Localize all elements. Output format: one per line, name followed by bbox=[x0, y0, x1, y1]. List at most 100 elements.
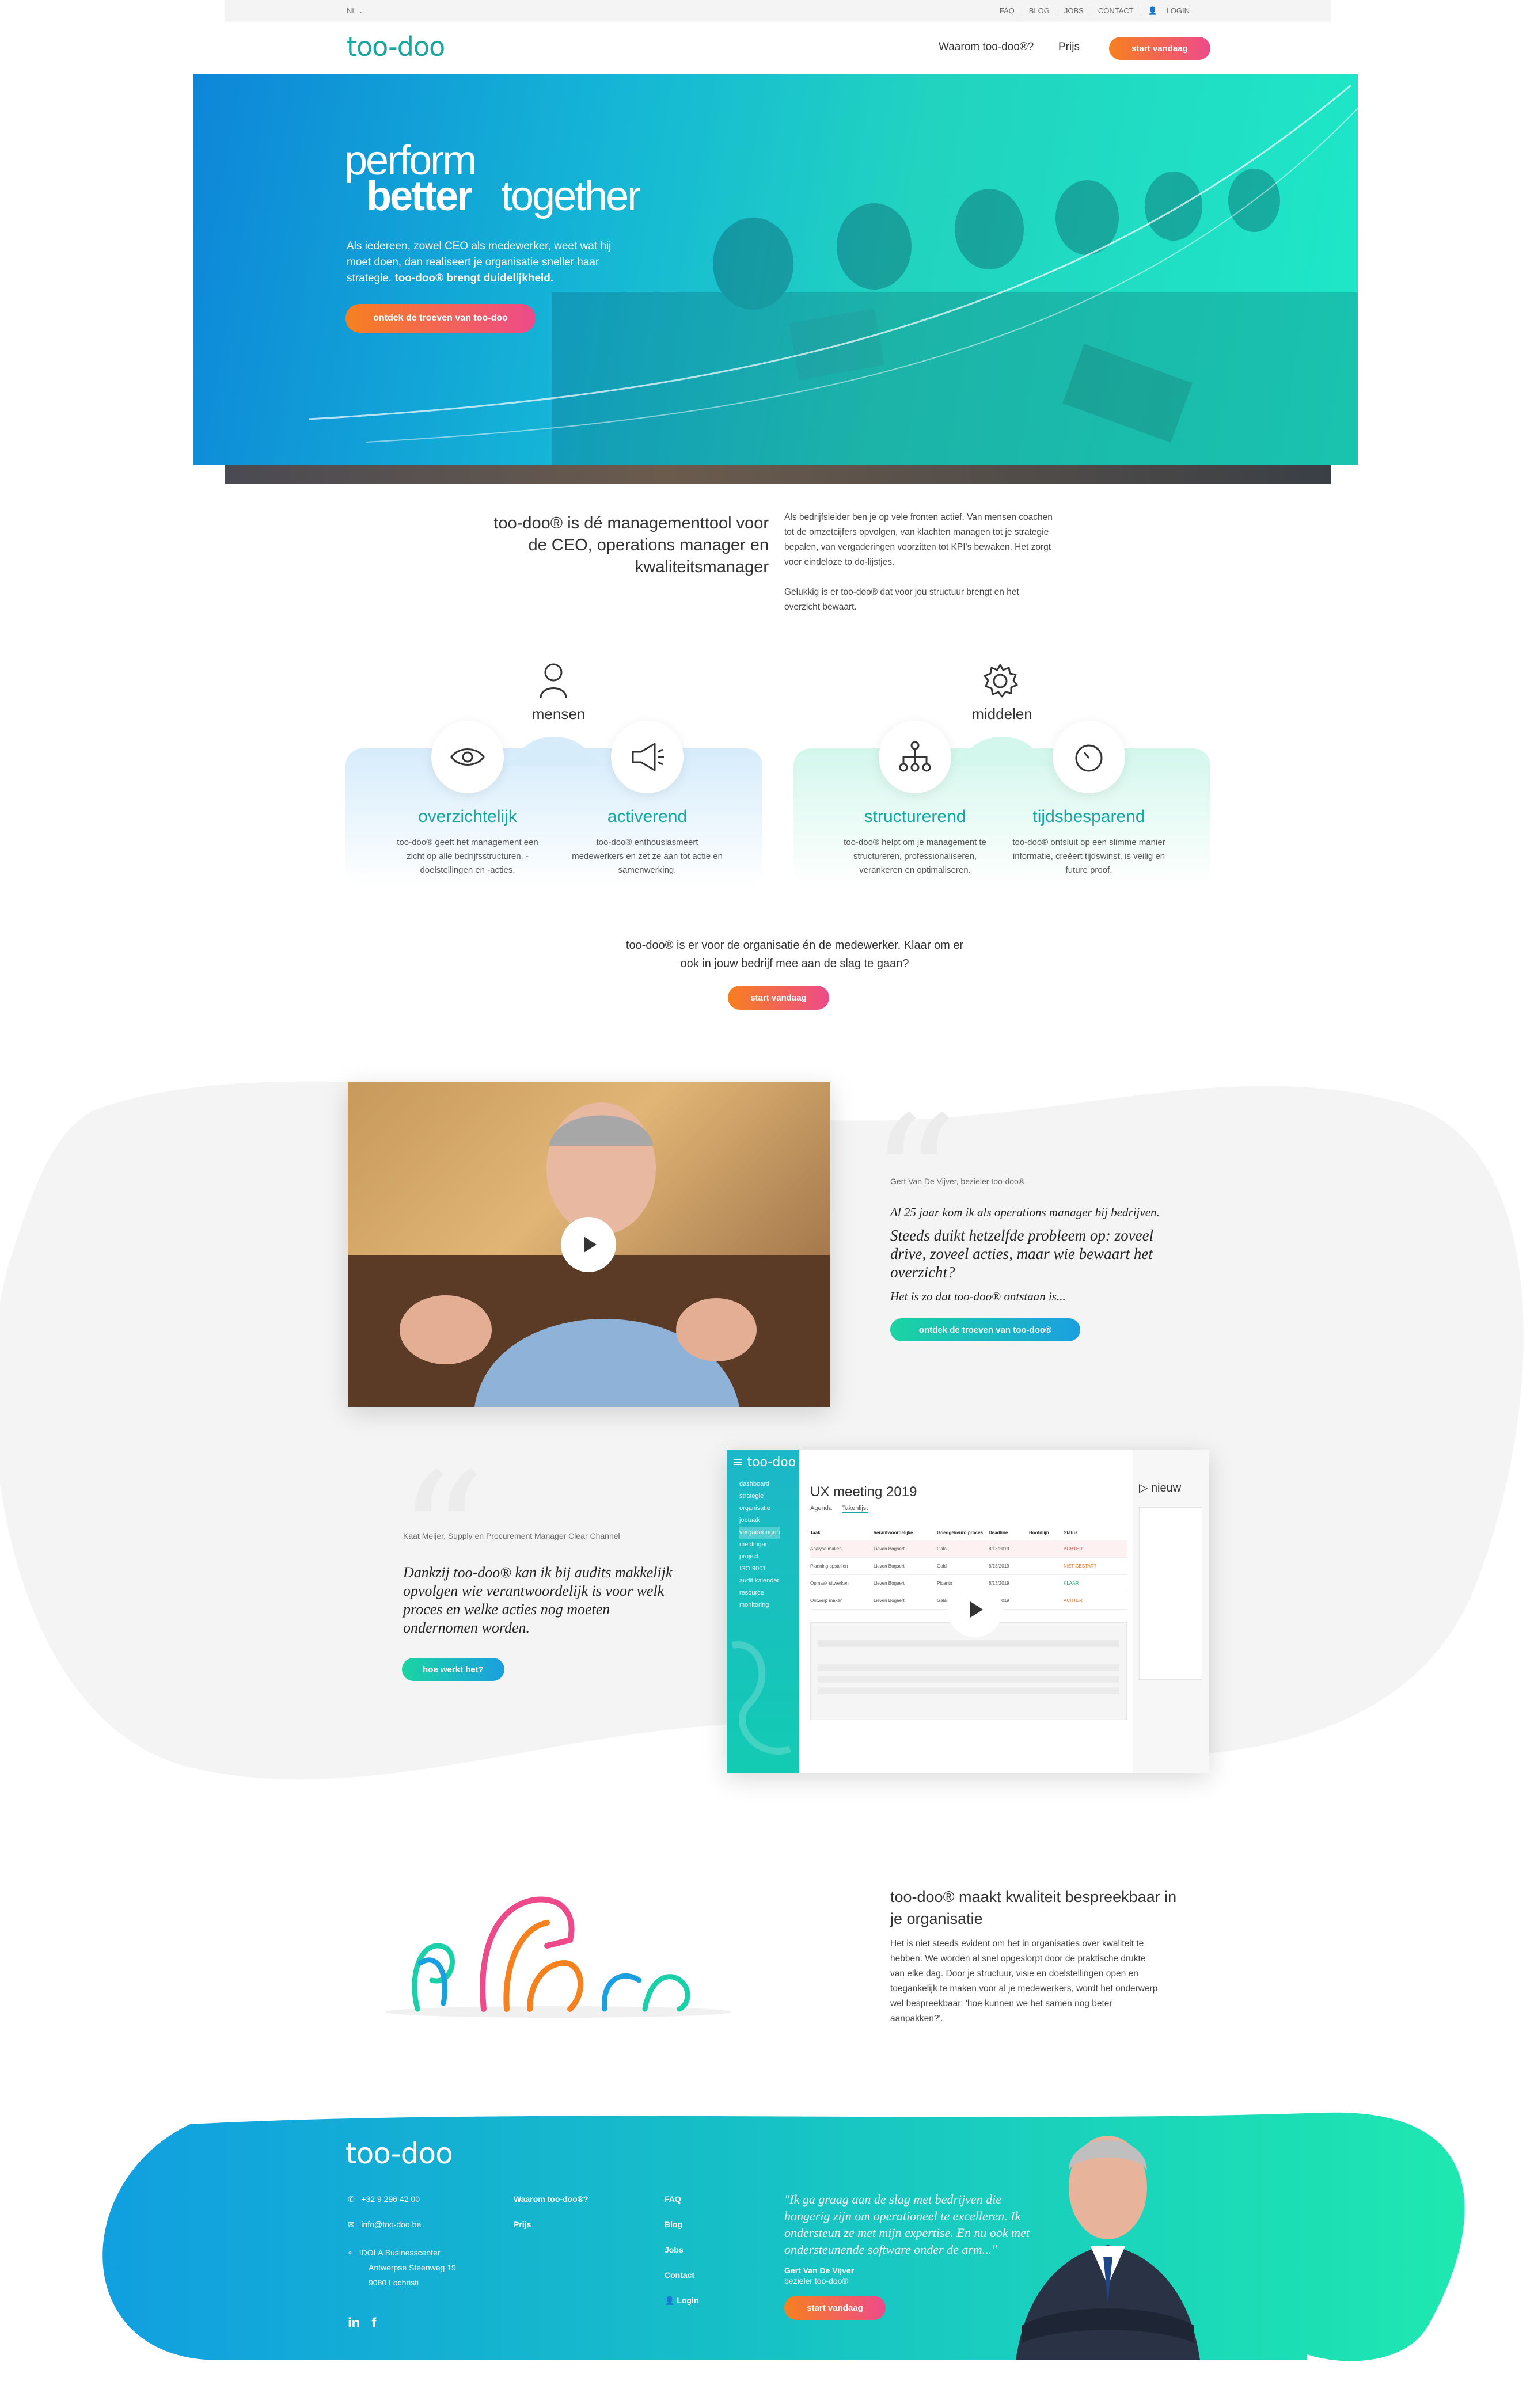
app-main-area: UX meeting 2019 Agenda Takenlijst Taak V… bbox=[799, 1450, 1133, 1773]
eye-icon bbox=[450, 748, 485, 766]
feature-text-timesaving: too-doo® ontsluit op een slimme manier i… bbox=[1012, 838, 1165, 875]
group-title-resources: middelen bbox=[971, 705, 1032, 722]
app-new-panel-title: ▷ nieuw bbox=[1139, 1482, 1182, 1494]
testimonial-1-line1: Al 25 jaar kom ik als operations manager… bbox=[890, 1205, 1160, 1219]
testimonial-1-button[interactable]: ontdek de troeven van too-doo® bbox=[890, 1318, 1080, 1341]
footer-start-button[interactable]: start vandaag bbox=[784, 2296, 886, 2320]
footer-email[interactable]: ✉ info@too-doo.be bbox=[348, 2220, 421, 2230]
app-menu-item[interactable]: project bbox=[739, 1551, 780, 1563]
testimonial-2-author: Kaat Meijer, Supply en Procurement Manag… bbox=[403, 1531, 620, 1540]
footer-address: ⌖ IDOLA Businesscenter Antwerpse Steenwe… bbox=[348, 2248, 456, 2287]
utility-link-login[interactable]: 👤 LOGIN bbox=[1141, 6, 1203, 16]
utility-link-blog[interactable]: BLOG bbox=[1022, 6, 1057, 16]
person-icon bbox=[540, 663, 567, 698]
app-tabs: Agenda Takenlijst bbox=[810, 1505, 868, 1513]
footer-logo[interactable]: too-doo bbox=[345, 2137, 453, 2170]
hero-cta-button[interactable]: ontdek de troeven van too-doo bbox=[345, 304, 536, 333]
footer-link-price[interactable]: Prijs bbox=[514, 2220, 531, 2229]
utility-link-faq[interactable]: FAQ bbox=[993, 6, 1022, 16]
nav-item-why[interactable]: Waarom too-doo®? bbox=[939, 41, 1034, 54]
footer-quote-author: Gert Van De Vijver bbox=[784, 2266, 855, 2275]
footer-link-contact[interactable]: Contact bbox=[665, 2270, 694, 2280]
hero-title-line3: together bbox=[501, 173, 641, 219]
intro-text: Als bedrijfsleider ben je op vele fronte… bbox=[784, 510, 1055, 615]
footer-background bbox=[102, 2112, 1465, 2361]
timer-icon-circle bbox=[1053, 721, 1125, 793]
hero-description: Als iedereen, zowel CEO als medewerker, … bbox=[347, 240, 612, 284]
app-sidebar-watermark bbox=[731, 1641, 792, 1755]
table-row[interactable]: Analyse maken Lieven Bogaert Gala 8/13/2019… bbox=[810, 1540, 1127, 1558]
footer-social: in f bbox=[348, 2315, 376, 2331]
footer-link-why[interactable]: Waarom too-doo®? bbox=[514, 2194, 588, 2204]
app-menu-item[interactable]: meldingen bbox=[739, 1539, 780, 1551]
cta-start-button[interactable]: start vandaag bbox=[728, 986, 829, 1010]
app-menu-item[interactable]: strategie bbox=[739, 1490, 780, 1502]
table-row[interactable]: Planning opstellen Lieven Bogaert Gold 8/13… bbox=[810, 1558, 1127, 1575]
language-selector[interactable]: NL ⌄ bbox=[347, 6, 364, 16]
hierarchy-icon bbox=[899, 741, 931, 772]
app-menu-item[interactable]: resource bbox=[739, 1587, 780, 1599]
feature-title-structuring: structurerend bbox=[864, 807, 966, 826]
feature-text-activating: too-doo® enthousiasmeert medewerkers en … bbox=[572, 838, 723, 875]
people-panel-notch bbox=[495, 737, 613, 766]
too-doo-animal-logo-art bbox=[386, 1896, 731, 2018]
hierarchy-icon-circle bbox=[879, 721, 951, 793]
footer-link-jobs[interactable]: Jobs bbox=[665, 2245, 684, 2254]
footer-quote-role: bezieler too-doo® bbox=[784, 2276, 848, 2285]
hero-title-line2: better bbox=[366, 173, 473, 219]
video-play-button[interactable] bbox=[561, 1217, 616, 1272]
app-logo: ≡ too-doo bbox=[732, 1455, 796, 1470]
utility-link-contact[interactable]: CONTACT bbox=[1091, 6, 1141, 16]
footer-portrait-image bbox=[1016, 2136, 1200, 2360]
testimonial-2-button[interactable]: hoe werkt het? bbox=[402, 1658, 504, 1681]
footer-link-login[interactable]: 👤 Login bbox=[665, 2296, 698, 2306]
feature-title-timesaving: tijdsbesparend bbox=[1032, 807, 1145, 826]
footer-link-faq[interactable]: FAQ bbox=[665, 2194, 681, 2204]
testimonial-1-line2: Steeds duikt hetzelfde probleem op: zove… bbox=[890, 1227, 1154, 1281]
testimonial-1-line3: Het is zo dat too-doo® ontstaan is... bbox=[890, 1289, 1066, 1303]
app-menu-item[interactable]: organisatie bbox=[739, 1502, 780, 1515]
app-tab-tasks[interactable]: Takenlijst bbox=[842, 1505, 868, 1513]
app-menu-item[interactable]: monitoring bbox=[739, 1599, 780, 1611]
feature-text-structuring: too-doo® helpt om je management te struc… bbox=[844, 838, 986, 875]
utility-links: FAQ BLOG JOBS CONTACT 👤 LOGIN bbox=[993, 6, 1203, 16]
app-detail-panel bbox=[810, 1622, 1127, 1720]
app-sidebar-menu: dashboard strategie organisatie jobtaak … bbox=[739, 1478, 780, 1611]
app-sidebar: ≡ too-doo dashboard strategie organisati… bbox=[727, 1450, 799, 1773]
cta-text: too-doo® is er voor de organisatie én de… bbox=[625, 939, 964, 970]
app-menu-item[interactable]: ISO 9001 bbox=[739, 1563, 780, 1575]
col-task: Taak bbox=[810, 1530, 821, 1535]
footer-quote: "Ik ga graag aan de slag met bedrijven d… bbox=[784, 2192, 1030, 2257]
nav-item-price[interactable]: Prijs bbox=[1058, 41, 1080, 54]
footer-phone[interactable]: ✆ +32 9 296 42 00 bbox=[348, 2194, 420, 2204]
app-right-panel: ▷ nieuw bbox=[1133, 1450, 1209, 1773]
group-title-people: mensen bbox=[531, 705, 586, 722]
feature-title-activating: activerend bbox=[607, 807, 688, 826]
main-navigation: too-doo Waarom too-doo®? Prijs start van… bbox=[225, 22, 1331, 74]
top-utility-bar: NL ⌄ FAQ BLOG JOBS CONTACT 👤 LOGIN bbox=[225, 0, 1331, 22]
utility-link-jobs[interactable]: JOBS bbox=[1057, 6, 1091, 16]
feature-text-overview: too-doo® geeft het management een zicht … bbox=[397, 838, 538, 875]
app-screenshot-video[interactable]: ≡ too-doo dashboard strategie organisati… bbox=[727, 1450, 1209, 1773]
location-icon: ⌖ bbox=[348, 2248, 352, 2257]
col-main: Hoofdlijn bbox=[1029, 1530, 1049, 1535]
testimonial-1-author: Gert Van De Vijver, bezieler too-doo® bbox=[890, 1177, 1025, 1186]
facebook-icon[interactable]: f bbox=[371, 2315, 376, 2331]
mail-icon: ✉ bbox=[348, 2220, 355, 2229]
app-menu-item[interactable]: vergaderingen bbox=[739, 1527, 780, 1539]
app-meeting-title: UX meeting 2019 bbox=[810, 1484, 917, 1500]
app-menu-item[interactable]: dashboard bbox=[739, 1478, 780, 1490]
intro-paragraph-1: Als bedrijfsleider ben je op vele fronte… bbox=[784, 512, 1053, 567]
app-tab-agenda[interactable]: Agenda bbox=[810, 1505, 832, 1512]
app-table-header: Taak Verantwoordelijke Goedgekeurd proce… bbox=[810, 1530, 1127, 1535]
app-video-play-button[interactable] bbox=[947, 1582, 1003, 1637]
linkedin-icon[interactable]: in bbox=[348, 2315, 360, 2331]
app-menu-item[interactable]: jobtaak bbox=[739, 1515, 780, 1527]
app-menu-item[interactable]: audit kalender bbox=[739, 1575, 780, 1587]
quality-text: Het is niet steeds evident om het in org… bbox=[890, 1939, 1158, 2023]
nav-start-button[interactable]: start vandaag bbox=[1109, 37, 1210, 60]
site-logo[interactable]: too-doo bbox=[347, 31, 445, 62]
megaphone-icon-circle bbox=[611, 721, 684, 793]
testimonial-video-1[interactable] bbox=[348, 1082, 830, 1407]
footer-link-blog[interactable]: Blog bbox=[665, 2220, 682, 2229]
